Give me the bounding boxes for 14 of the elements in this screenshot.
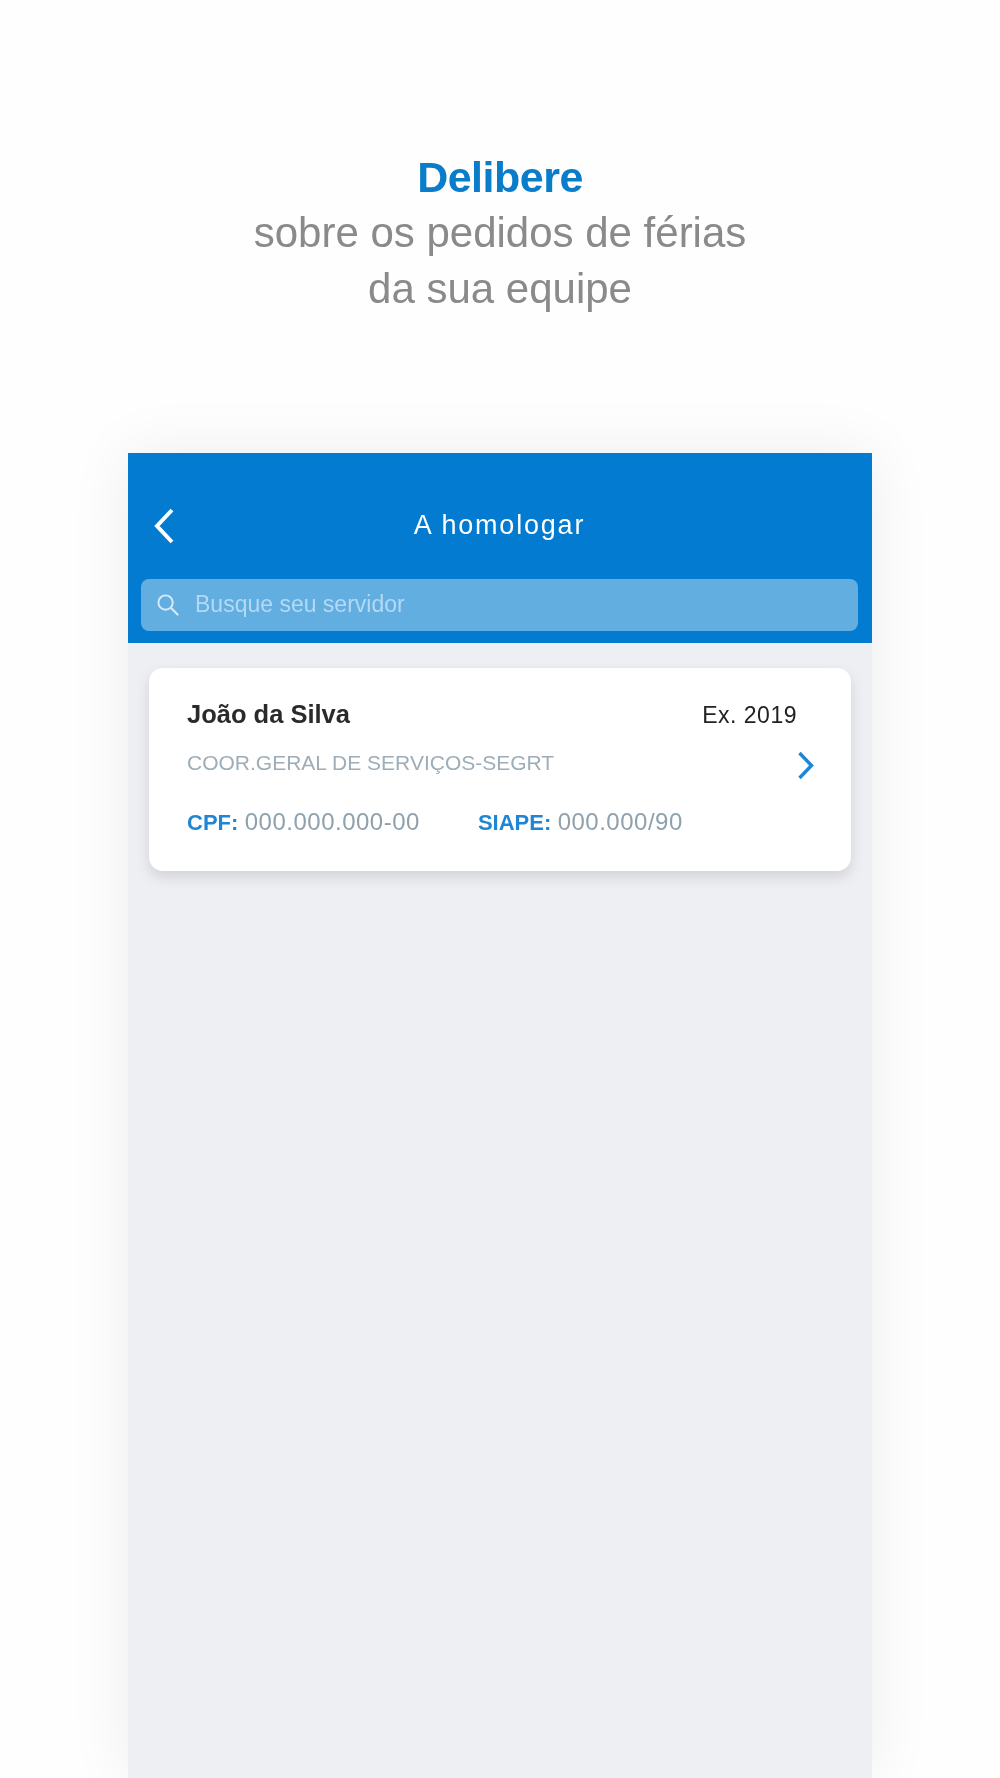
employee-id-field: CPF: 000.000.000-00 — [187, 808, 420, 837]
headline-subtitle: sobre os pedidos de férias da sua equipe — [253, 208, 747, 314]
department-text: COOR.GERAL DE SERVIÇOS-SEGRT — [187, 750, 555, 775]
employee-card[interactable]: João da Silva Ex. 2019 COOR.GERAL DE SERVIÇOS-SEGRT CPF: 000.000.000-00 SIAPE: 000.000/90 — [149, 668, 851, 871]
search-field[interactable]: Busque seu servidor — [141, 579, 858, 631]
chevron-right-icon — [797, 751, 814, 780]
screen-title: A homologar — [413, 509, 586, 541]
employee-name: João da Silva — [187, 699, 350, 729]
back-chevron-icon — [153, 508, 175, 544]
exercise-year: Ex. 2019 — [702, 701, 797, 730]
back-button[interactable] — [152, 507, 176, 545]
headline-title: Delibere — [417, 152, 583, 203]
search-icon — [156, 593, 179, 616]
employee-id-field: SIAPE: 000.000/90 — [477, 808, 683, 837]
